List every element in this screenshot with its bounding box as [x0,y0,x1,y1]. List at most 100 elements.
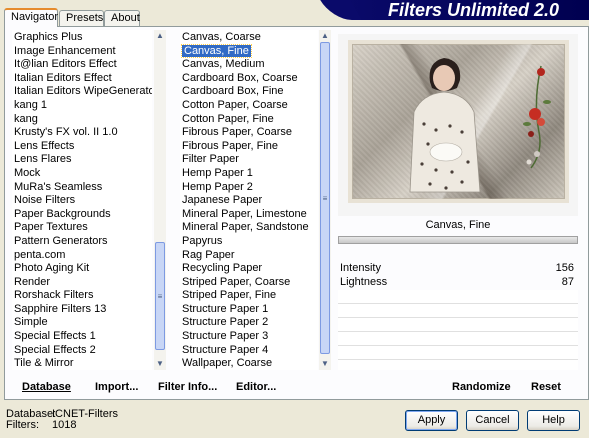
list-item[interactable]: Paper Backgrounds [12,208,152,222]
list-item-label: Japanese Paper [182,194,263,207]
list-item-label: Structure Paper 4 [182,343,269,356]
status-area: Database: ICNET-Filters Filters: 1018 [6,409,118,431]
filter-info-button[interactable]: Filter Info... [158,381,217,393]
tab-navigator[interactable]: Navigator [4,8,58,27]
list-item[interactable]: Paper Textures [12,221,152,235]
list-item[interactable]: penta.com [12,249,152,263]
list-item[interactable]: Photo Aging Kit [12,262,152,276]
list-item[interactable]: Mineral Paper, Limestone [180,208,318,222]
list-item[interactable]: Cotton Paper, Coarse [180,99,318,113]
list-item[interactable]: Image Enhancement [12,45,152,59]
scroll-up-icon[interactable]: ▲ [154,30,166,42]
list-item[interactable]: Fibrous Paper, Fine [180,140,318,154]
list-item[interactable]: Striped Paper, Coarse [180,276,318,290]
list-item[interactable]: Cardboard Box, Coarse [180,72,318,86]
list-item-label: Cardboard Box, Coarse [182,71,298,84]
param-lightness[interactable]: Lightness 87 [338,275,578,289]
list-item[interactable]: MuRa's Seamless [12,181,152,195]
list-item[interactable]: Striped Paper, Fine [180,289,318,303]
apply-button[interactable]: Apply [405,410,458,431]
param-value: 156 [555,262,574,274]
list-item[interactable]: Canvas, Fine [180,43,318,59]
help-button[interactable]: Help [527,410,580,431]
list-item-label: Paper Textures [14,221,88,234]
list-item[interactable]: kang [12,113,152,127]
list-item-label: Mineral Paper, Sandstone [182,221,309,234]
list-item-label: Special Effects 1 [14,330,96,343]
scroll-down-icon[interactable]: ▼ [154,358,166,370]
filter-list[interactable]: Canvas, Coarse Canvas, Fine Canvas, Medium… [180,30,318,370]
randomize-button[interactable]: Randomize [452,381,511,393]
filters-count: 1018 [52,419,77,431]
list-item[interactable]: Papyrus [180,235,318,249]
tab-about[interactable]: About [104,10,140,26]
list-item[interactable]: Special Effects 1 [12,330,152,344]
woman-figure-image [409,58,481,193]
list-item[interactable]: Mineral Paper, Sandstone [180,221,318,235]
param-intensity[interactable]: Intensity 156 [338,261,578,275]
list-item-label: Italian Editors WipeGenerator [14,85,152,98]
list-item[interactable]: kang 1 [12,99,152,113]
preview-image [348,40,569,203]
reset-button[interactable]: Reset [531,381,561,393]
list-item[interactable]: Canvas, Coarse [180,31,318,45]
list-item[interactable]: Pattern Generators [12,235,152,249]
list-item-label: Wallpaper, Coarse [182,357,273,370]
list-item-label: Image Enhancement [14,44,116,57]
scroll-thumb[interactable]: ≡ [155,242,165,350]
list-item-label: Rorshack Filters [14,289,94,302]
list-item[interactable]: Tile & Mirror [12,357,152,370]
list-item[interactable]: Cardboard Box, Fine [180,85,318,99]
list-item-label: Rag Paper [182,248,235,261]
list-item[interactable]: Italian Editors WipeGenerator [12,85,152,99]
list-item[interactable]: Hemp Paper 1 [180,167,318,181]
import-button[interactable]: Import... [95,381,138,393]
preview-frame [338,34,578,216]
list-item[interactable]: Wallpaper, Coarse [180,357,318,370]
list-item[interactable]: Structure Paper 3 [180,330,318,344]
list-item[interactable]: Structure Paper 2 [180,316,318,330]
list-item[interactable]: Lens Flares [12,153,152,167]
list-item[interactable]: Special Effects 2 [12,344,152,358]
list-item-label: Sapphire Filters 13 [14,302,107,315]
list-item[interactable]: Cotton Paper, Fine [180,113,318,127]
scroll-down-icon[interactable]: ▼ [319,358,331,370]
list-item[interactable]: Italian Editors Effect [12,72,152,86]
scroll-up-icon[interactable]: ▲ [319,30,331,42]
preview-progress-bar [338,236,578,244]
list-item[interactable]: Sapphire Filters 13 [12,303,152,317]
list-item[interactable]: Structure Paper 1 [180,303,318,317]
list-item[interactable]: Mock [12,167,152,181]
list-item-label: penta.com [14,248,66,261]
list-item[interactable]: Rag Paper [180,249,318,263]
scroll-thumb[interactable]: ≡ [320,42,330,354]
category-scrollbar[interactable]: ▲ ≡ ▼ [154,30,166,370]
database-button[interactable]: Database [22,381,71,393]
editor-button[interactable]: Editor... [236,381,276,393]
list-item[interactable]: Lens Effects [12,140,152,154]
list-item-label: Pattern Generators [14,234,108,247]
list-item[interactable]: Render [12,276,152,290]
list-item[interactable]: Filter Paper [180,153,318,167]
list-item[interactable]: Fibrous Paper, Coarse [180,126,318,140]
list-item[interactable]: Rorshack Filters [12,289,152,303]
list-item[interactable]: Hemp Paper 2 [180,181,318,195]
tab-presets[interactable]: Presets [59,10,104,26]
list-item[interactable]: Japanese Paper [180,194,318,208]
list-item-label: Special Effects 2 [14,343,96,356]
list-item[interactable]: Simple [12,316,152,330]
filter-caption: Canvas, Fine [425,219,491,231]
list-item[interactable]: It@lian Editors Effect [12,58,152,72]
list-item[interactable]: Noise Filters [12,194,152,208]
filter-scrollbar[interactable]: ▲ ≡ ▼ [319,30,331,370]
list-item-label: Canvas, Medium [182,58,265,71]
list-item[interactable]: Graphics Plus [12,31,152,45]
list-item-label: Lens Effects [14,139,75,152]
list-item[interactable]: Recycling Paper [180,262,318,276]
list-item[interactable]: Structure Paper 4 [180,344,318,358]
list-item-label: Lens Flares [14,153,72,166]
cancel-button[interactable]: Cancel [466,410,519,431]
list-item[interactable]: Krusty's FX vol. II 1.0 [12,126,152,140]
category-list[interactable]: Graphics Plus Image Enhancement It@lian Ed… [12,30,152,370]
list-item[interactable]: Canvas, Medium [180,58,318,72]
